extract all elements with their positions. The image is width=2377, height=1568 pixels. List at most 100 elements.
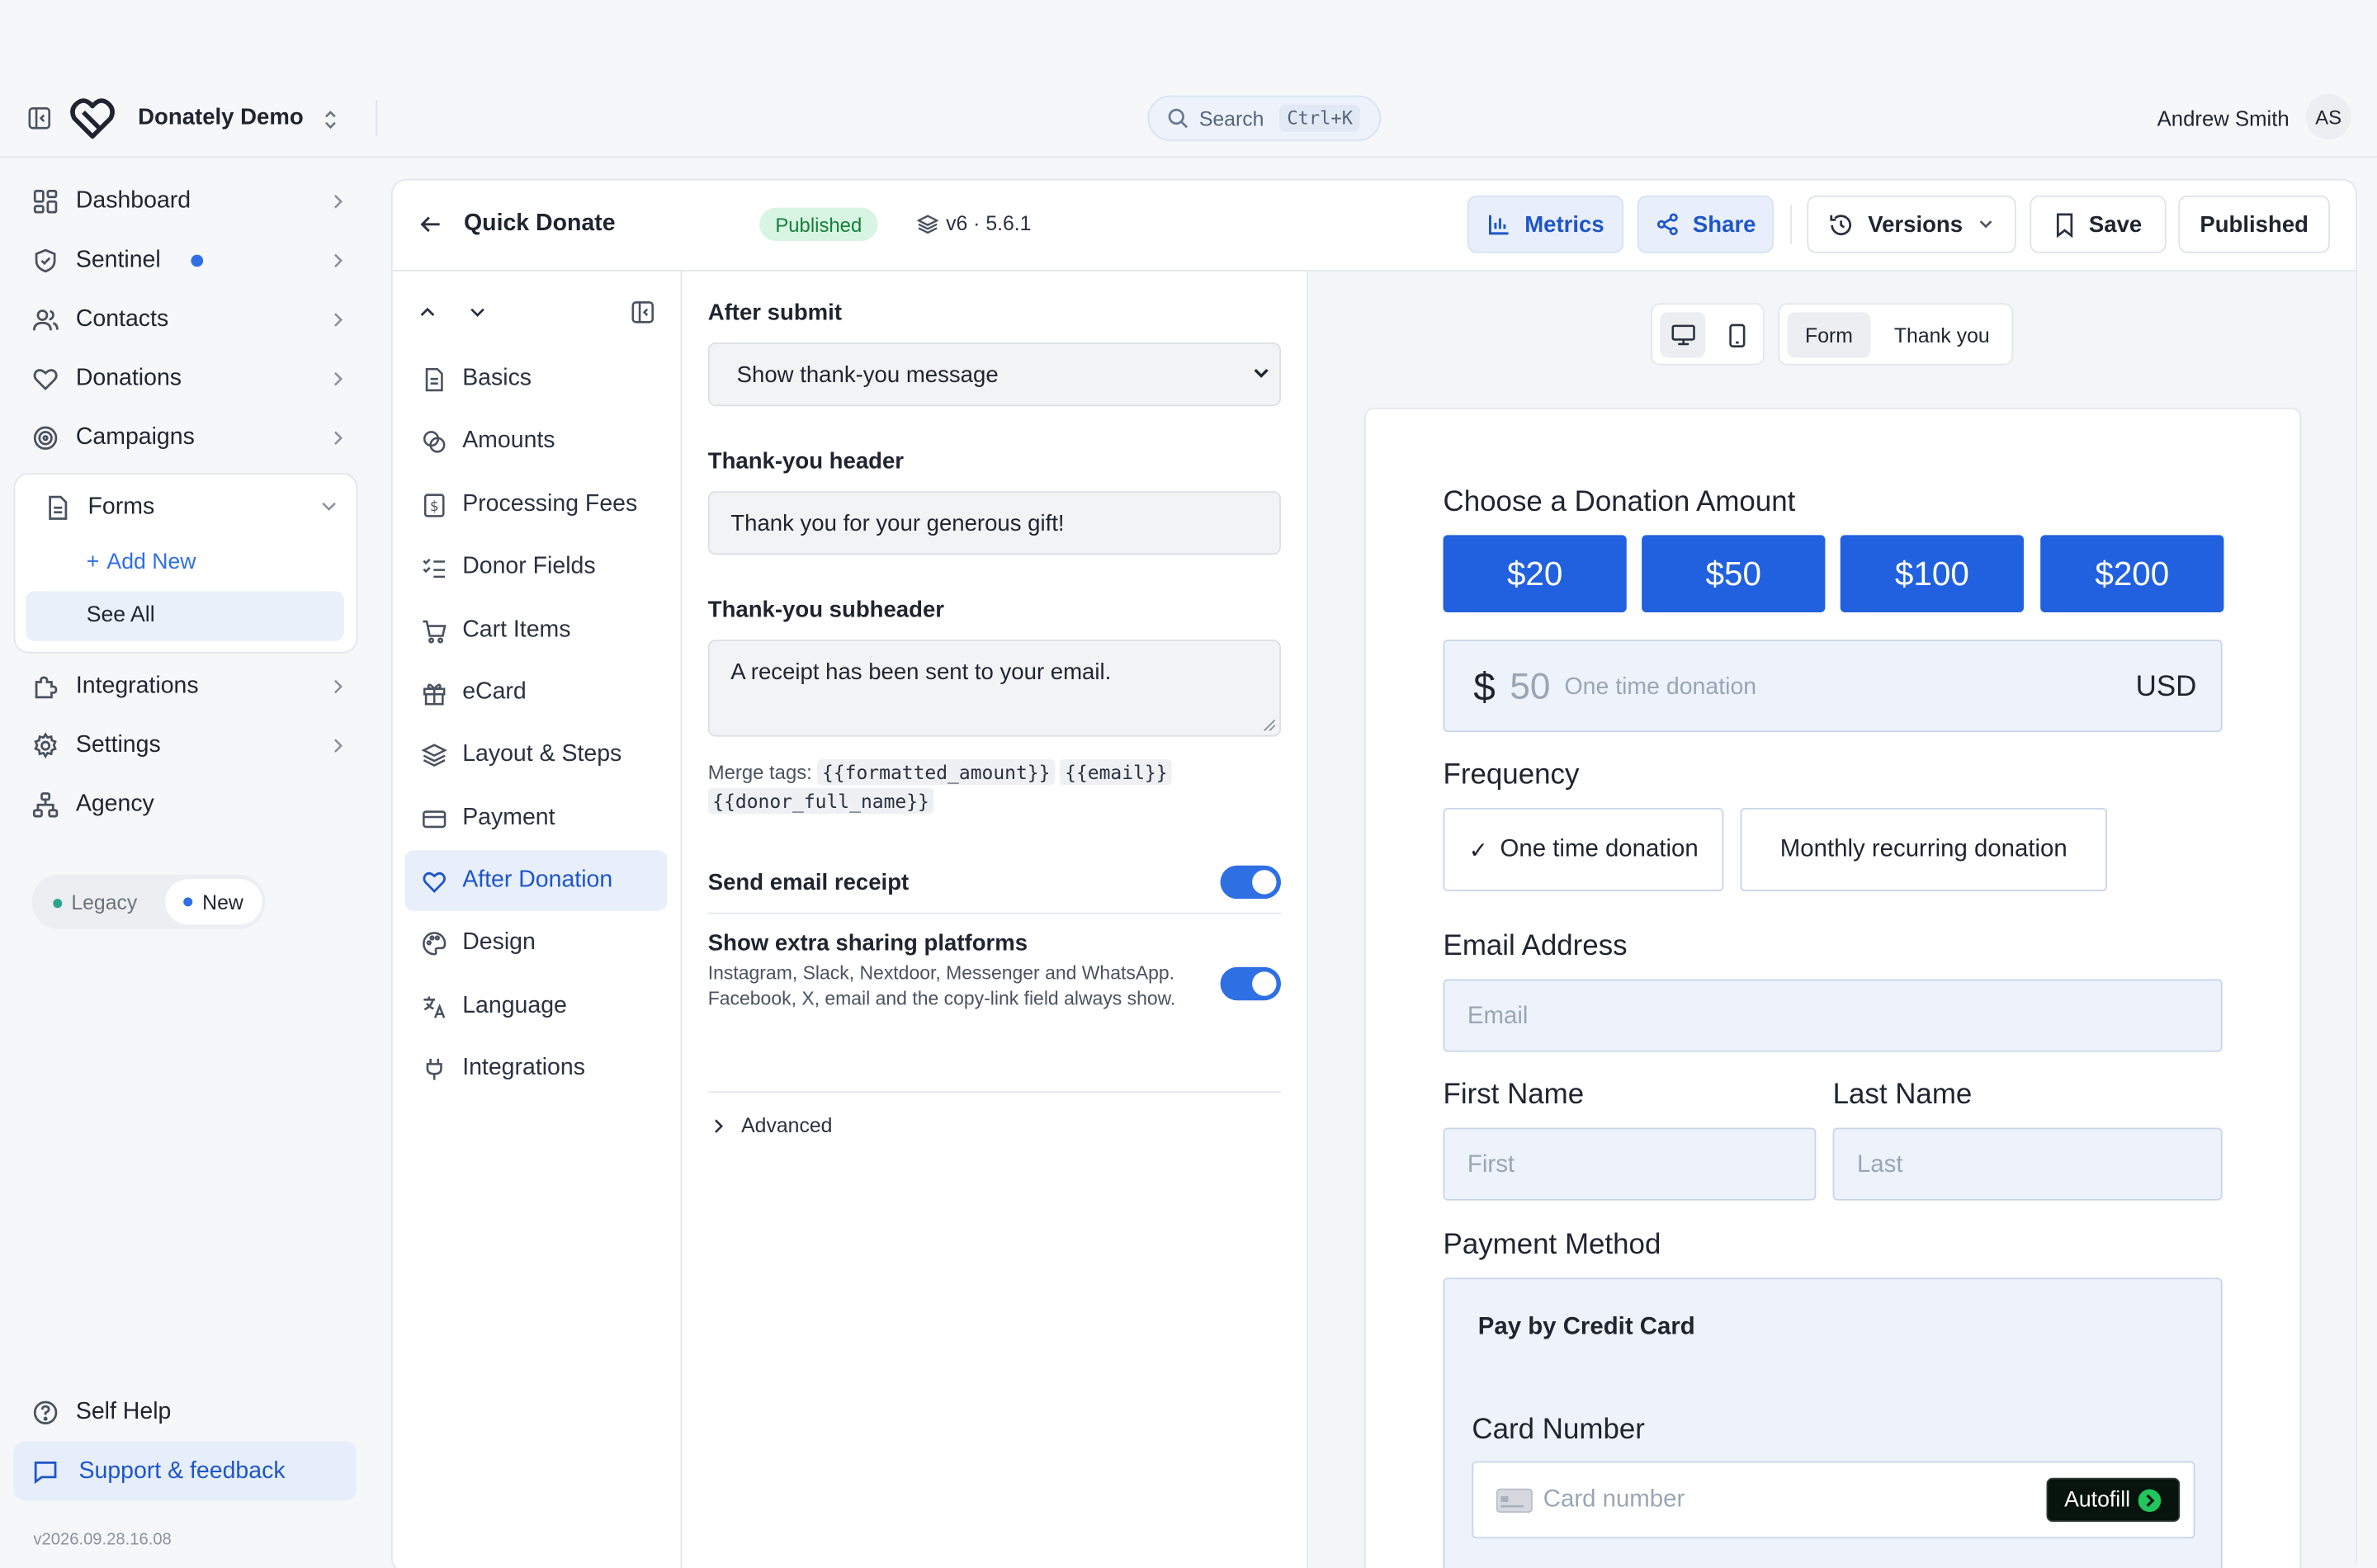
last-name-field[interactable]: Last [1832, 1127, 2223, 1201]
chevron-down-icon[interactable] [467, 302, 489, 324]
step-after-donation[interactable]: After Donation [404, 850, 668, 911]
workspace-switcher-icon[interactable] [321, 107, 339, 131]
heart-icon [15, 366, 75, 393]
sidebar-item-donations[interactable]: Donations [15, 353, 357, 404]
sidebar-item-campaigns[interactable]: Campaigns [15, 413, 357, 464]
sidebar-item-agency[interactable]: Agency [15, 779, 357, 830]
tab-thank-you[interactable]: Thank you [1880, 312, 2005, 357]
email-placeholder: Email [1467, 1003, 1529, 1030]
support-label: Support & feedback [78, 1457, 286, 1485]
step-integrations[interactable]: Integrations [404, 1038, 667, 1098]
sidebar-item-sentinel[interactable]: Sentinel [15, 235, 357, 286]
bookmark-icon [2054, 211, 2076, 238]
step-label: eCard [462, 678, 527, 706]
advanced-section-toggle[interactable]: Advanced [711, 1114, 832, 1137]
step-design[interactable]: Design [404, 913, 667, 973]
frequency-one-time[interactable]: ✓ One time donation [1443, 807, 1724, 891]
workspace-name[interactable]: Donately Demo [138, 105, 304, 130]
thankyou-header-input[interactable]: Thank you for your generous gift! [707, 491, 1282, 555]
card-number-field[interactable]: Card number Autofill [1472, 1461, 2195, 1539]
share-icon [1655, 212, 1679, 236]
step-payment[interactable]: Payment [404, 788, 667, 848]
add-new-form-link[interactable]: + Add New [87, 550, 196, 574]
step-language[interactable]: Language [404, 976, 667, 1037]
resize-handle-icon[interactable] [1263, 719, 1277, 733]
step-label: Design [462, 928, 536, 956]
support-feedback-button[interactable]: Support & feedback [13, 1441, 357, 1501]
sharing-platforms-toggle[interactable] [1220, 966, 1282, 1001]
frequency-monthly[interactable]: Monthly recurring donation [1740, 807, 2108, 891]
frequency-one-time-label: One time donation [1500, 835, 1699, 862]
version-label: v6 · 5.6.1 [946, 212, 1032, 235]
amount-button-20[interactable]: $20 [1443, 535, 1627, 613]
amount-hint: One time donation [1564, 674, 1757, 701]
first-name-field[interactable]: First [1443, 1127, 1817, 1201]
avatar[interactable]: AS [2305, 93, 2351, 139]
custom-amount-input[interactable]: $ 50 One time donation USD [1443, 640, 2223, 733]
step-cart-items[interactable]: Cart Items [404, 600, 667, 660]
sidebar-item-integrations[interactable]: Integrations [15, 661, 357, 712]
currency-symbol: $ [1473, 664, 1496, 710]
sidebar-item-label: Integrations [75, 673, 199, 699]
step-label: Donor Fields [462, 553, 596, 579]
org-icon [15, 791, 75, 819]
sidebar-item-settings[interactable]: Settings [15, 720, 357, 771]
status-dot [184, 897, 194, 907]
step-processing-fees[interactable]: $ Processing Fees [404, 475, 667, 535]
metrics-label: Metrics [1524, 211, 1604, 238]
sidebar-item-label: Campaigns [75, 424, 195, 451]
autofill-button[interactable]: Autofill [2046, 1477, 2181, 1523]
after-submit-select[interactable]: Show thank-you message [707, 342, 1282, 407]
divider [376, 100, 378, 137]
step-layout-steps[interactable]: Layout & Steps [404, 725, 667, 785]
sidebar-toggle-icon[interactable] [27, 106, 51, 130]
amount-button-50[interactable]: $50 [1642, 535, 1826, 613]
sidebar-item-forms[interactable]: Forms [27, 482, 348, 533]
search-bar[interactable]: Search Ctrl+K [1147, 95, 1382, 141]
step-amounts[interactable]: Amounts [404, 411, 667, 471]
see-all-forms-link[interactable]: See All [26, 591, 344, 641]
sidebar-item-label: Contacts [75, 306, 169, 333]
email-label: Email Address [1443, 930, 1628, 963]
step-ecard[interactable]: eCard [404, 663, 667, 723]
self-help-link[interactable]: Self Help [15, 1387, 357, 1438]
device-switcher [1651, 303, 1765, 366]
legacy-option[interactable]: Legacy [53, 891, 137, 914]
published-button[interactable]: Published [2178, 195, 2331, 253]
step-basics[interactable]: Basics [404, 348, 667, 409]
desktop-icon[interactable] [1660, 312, 1706, 358]
autofill-label: Autofill [2064, 1487, 2131, 1513]
metrics-button[interactable]: Metrics [1467, 195, 1624, 253]
amount-placeholder: 50 [1510, 667, 1551, 708]
sharing-platforms-label: Show extra sharing platforms [707, 930, 1028, 956]
step-label: Payment [462, 805, 555, 831]
credit-card-section: Pay by Credit Card Card Number Card numb… [1443, 1278, 2223, 1568]
sidebar-item-dashboard[interactable]: Dashboard [15, 176, 357, 227]
currency-code: USD [2135, 671, 2197, 704]
versions-button[interactable]: Versions [1807, 195, 2016, 253]
new-option[interactable]: New [165, 879, 262, 925]
translate-icon [404, 994, 462, 1019]
share-label: Share [1692, 211, 1756, 238]
chevron-right-icon [330, 735, 345, 757]
amount-button-200[interactable]: $200 [2040, 535, 2224, 613]
step-label: Basics [462, 365, 532, 391]
chevron-up-icon[interactable] [417, 302, 438, 324]
send-receipt-toggle[interactable] [1220, 865, 1282, 900]
merge-tag: {{formatted_amount}} [817, 759, 1055, 786]
sidebar-item-label: Forms [87, 494, 155, 520]
document-icon [404, 366, 462, 392]
thankyou-subheader-textarea[interactable]: A receipt has been sent to your email. [707, 640, 1282, 737]
users-icon [15, 306, 75, 333]
list-check-icon [404, 554, 462, 579]
tab-form[interactable]: Form [1787, 312, 1871, 358]
save-button[interactable]: Save [2030, 195, 2167, 253]
collapse-panel-icon[interactable] [631, 300, 655, 324]
step-donor-fields[interactable]: Donor Fields [404, 536, 667, 597]
amount-button-100[interactable]: $100 [1840, 535, 2024, 613]
sidebar-item-contacts[interactable]: Contacts [15, 294, 357, 345]
back-arrow-icon[interactable] [418, 212, 442, 236]
email-field[interactable]: Email [1443, 979, 2223, 1052]
mobile-icon[interactable] [1714, 312, 1760, 357]
share-button[interactable]: Share [1637, 195, 1774, 253]
